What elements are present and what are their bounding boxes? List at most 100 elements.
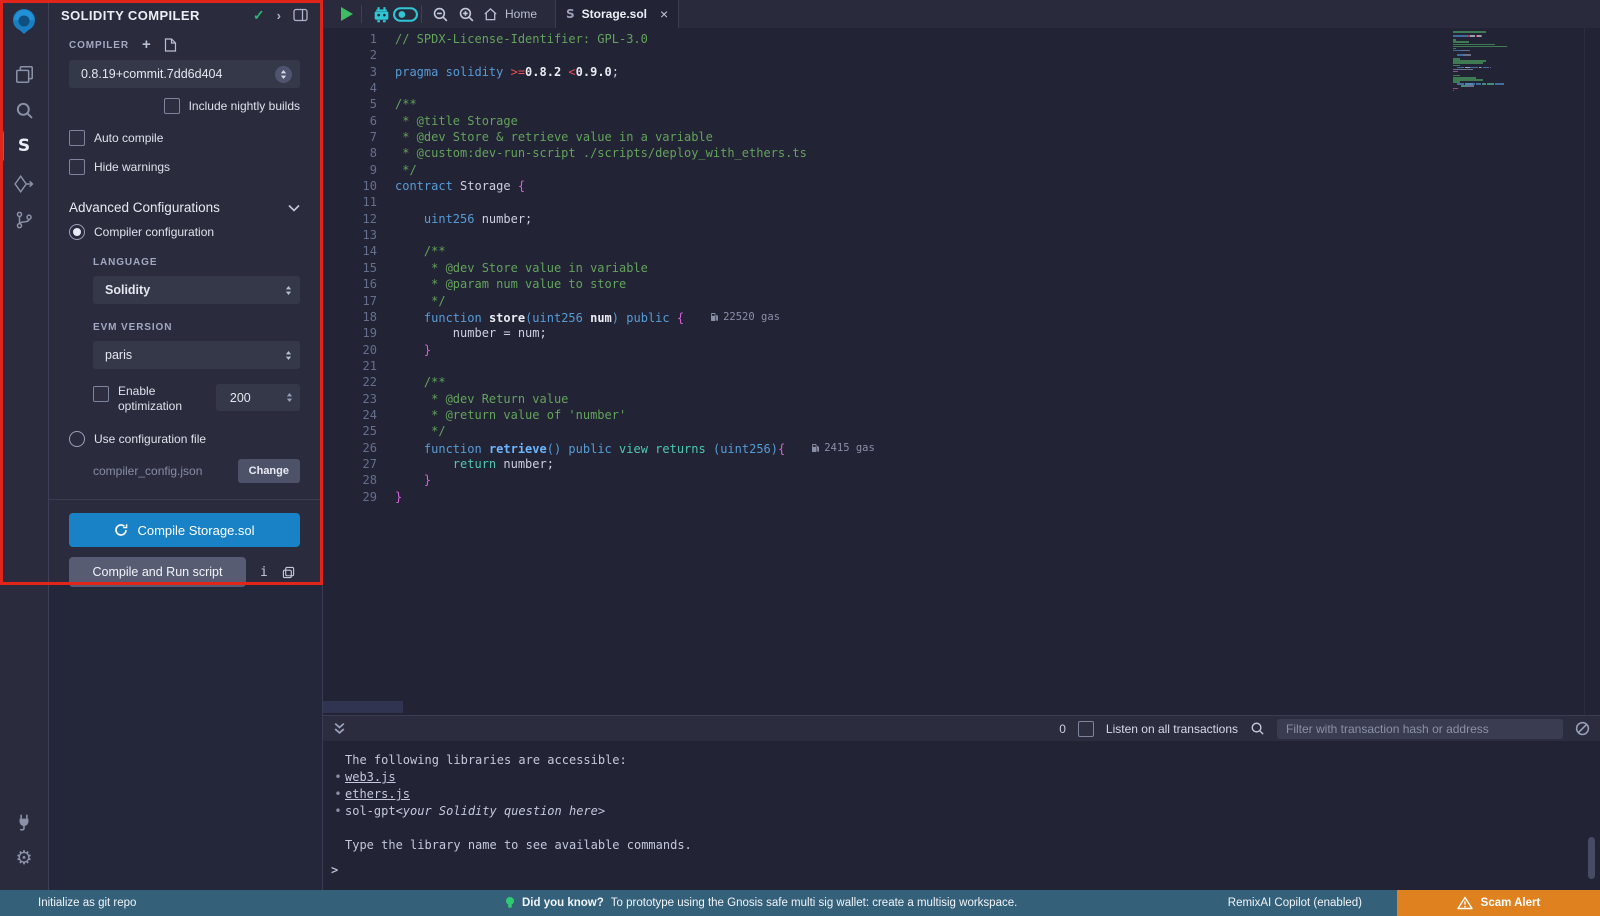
zoom-in-button[interactable] (458, 0, 475, 28)
use-configuration-file-label: Use configuration file (94, 432, 206, 446)
editor-minimap[interactable] (1453, 31, 1571, 92)
compiler-configuration-label: Compiler configuration (94, 225, 214, 239)
file-explorer-icon[interactable] (0, 58, 48, 90)
terminal-library-item: • web3.js (331, 769, 692, 786)
compile-success-check-icon: ✓ (253, 7, 265, 24)
remix-ide-window: S ⚙ SOLIDITY COMPILER (0, 0, 1600, 916)
include-nightly-checkbox[interactable] (164, 98, 180, 114)
plugin-manager-icon[interactable] (0, 806, 48, 838)
gas-estimate: 22520 gas (710, 309, 780, 325)
git-init-button[interactable]: Initialize as git repo (38, 890, 136, 916)
evm-version-select[interactable]: paris (93, 341, 300, 369)
did-you-know-tip: Did you know? To prototype using the Gno… (505, 890, 1017, 916)
compiler-version-value: 0.8.19+commit.7dd6d404 (81, 67, 275, 81)
scam-alert-button[interactable]: Scam Alert (1397, 890, 1600, 916)
compiler-version-select[interactable]: 0.8.19+commit.7dd6d404 (69, 60, 300, 88)
terminal-scrollbar-thumb[interactable] (1588, 837, 1595, 879)
collapse-terminal-icon[interactable] (333, 722, 346, 735)
optimization-runs-value: 200 (230, 391, 286, 405)
sol-gpt-label: sol-gpt (345, 803, 396, 820)
tip-text: To prototype using the Gnosis safe multi… (611, 897, 1018, 909)
settings-gear-icon[interactable]: ⚙ (0, 842, 48, 874)
solidity-compiler-icon[interactable]: S (0, 130, 48, 162)
run-script-play-button[interactable] (341, 0, 353, 28)
search-icon[interactable] (0, 94, 48, 126)
pin-panel-icon[interactable] (293, 8, 308, 22)
remix-logo[interactable] (0, 6, 48, 38)
gas-estimate: 2415 gas (811, 440, 875, 456)
transaction-filter-input[interactable] (1277, 719, 1563, 739)
select-arrows-icon (285, 286, 292, 295)
horizontal-scrollbar-thumb[interactable] (323, 701, 403, 713)
close-tab-icon[interactable]: × (660, 6, 668, 22)
enable-optimization-label: Enable optimization (118, 384, 183, 414)
copilot-toggle-switch[interactable] (393, 0, 418, 28)
info-icon[interactable]: i (260, 565, 268, 580)
section-divider (49, 499, 322, 500)
compiler-configuration-radio[interactable] (69, 224, 85, 240)
listen-transactions-label: Listen on all transactions (1106, 722, 1238, 736)
panel-header: SOLIDITY COMPILER ✓ › (49, 0, 322, 30)
auto-compile-label: Auto compile (94, 131, 163, 145)
play-icon (341, 7, 353, 21)
tab-storage-sol[interactable]: S Storage.sol × (555, 0, 679, 28)
home-icon (483, 7, 498, 21)
ethers-link[interactable]: ethers.js (345, 786, 410, 803)
active-plugin-indicator (0, 130, 4, 162)
tip-title: Did you know? (522, 897, 604, 909)
config-filename: compiler_config.json (93, 464, 202, 478)
evm-version-value: paris (105, 348, 285, 362)
bullet: • (331, 786, 345, 803)
use-configuration-file-radio[interactable] (69, 431, 85, 447)
listen-transactions-checkbox[interactable] (1078, 721, 1094, 737)
status-bar: Initialize as git repo Did you know? To … (0, 890, 1600, 916)
advanced-configurations-toggle[interactable]: Advanced Configurations (69, 200, 300, 215)
add-compiler-icon[interactable]: + (142, 40, 151, 50)
terminal-prompt[interactable]: > (331, 863, 338, 877)
solidity-compiler-panel: SOLIDITY COMPILER ✓ › COMPILER + 0.8.19+… (49, 0, 322, 585)
panel-title: SOLIDITY COMPILER (61, 8, 200, 23)
deploy-run-icon[interactable] (0, 168, 48, 200)
toggle-on-icon (393, 7, 418, 22)
language-value: Solidity (105, 283, 285, 297)
code-content[interactable]: // SPDX-License-Identifier: GPL-3.0pragm… (395, 31, 875, 505)
editor-right-edge (1584, 28, 1585, 715)
terminal-library-item: • sol-gpt <your Solidity question here> (331, 803, 692, 820)
enable-optimization-checkbox[interactable] (93, 386, 109, 402)
copy-icon[interactable] (282, 566, 295, 579)
blank-line (331, 820, 692, 837)
compile-and-run-button[interactable]: Compile and Run script (69, 557, 246, 587)
zoom-out-button[interactable] (432, 0, 449, 28)
bullet: • (331, 803, 345, 820)
compile-button[interactable]: Compile Storage.sol (69, 513, 300, 547)
change-config-button[interactable]: Change (238, 459, 300, 483)
tab-home[interactable]: Home (483, 0, 537, 28)
clear-console-ban-icon[interactable] (1575, 721, 1590, 736)
evm-version-label: EVM VERSION (93, 322, 172, 333)
copilot-status[interactable]: RemixAI Copilot (enabled) (1228, 890, 1362, 916)
open-file-icon[interactable] (164, 38, 177, 52)
icon-bar: S ⚙ (0, 0, 49, 890)
hide-warnings-label: Hide warnings (94, 160, 170, 174)
terminal-hint: Type the library name to see available c… (331, 837, 692, 854)
robot-icon (371, 6, 392, 23)
ai-copilot-robot-button[interactable] (371, 0, 392, 28)
terminal-header: 0 Listen on all transactions (323, 715, 1600, 741)
toolbar-separator (421, 5, 422, 23)
terminal[interactable]: The following libraries are accessible: … (323, 741, 1600, 890)
stepper-arrows-icon (286, 393, 293, 402)
remix-logo-icon (9, 7, 39, 37)
chevron-right-icon[interactable]: › (277, 8, 281, 23)
refresh-icon (114, 523, 128, 537)
compiler-section-label: COMPILER (69, 40, 129, 51)
auto-compile-checkbox[interactable] (69, 130, 85, 146)
terminal-search-icon[interactable] (1250, 721, 1265, 736)
git-icon[interactable] (0, 204, 48, 236)
sol-gpt-hint: <your Solidity question here> (396, 803, 606, 820)
bullet: • (331, 769, 345, 786)
optimization-runs-input[interactable]: 200 (216, 384, 300, 411)
web3-link[interactable]: web3.js (345, 769, 396, 786)
hide-warnings-checkbox[interactable] (69, 159, 85, 175)
language-select[interactable]: Solidity (93, 276, 300, 304)
code-editor[interactable]: 1234567891011121314151617181920212223242… (323, 28, 1600, 715)
